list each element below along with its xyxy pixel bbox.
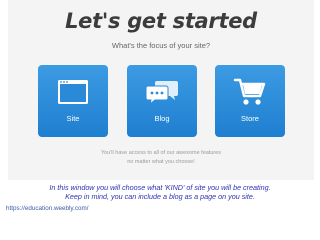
site-option-button[interactable]: Site <box>38 65 108 137</box>
page-subtitle: What's the focus of your site? <box>111 41 211 50</box>
shopping-cart-icon <box>215 71 285 113</box>
features-note-line2: no matter what you choose! <box>127 159 195 165</box>
caption-line1: In this window you will choose what 'KIN… <box>49 183 271 192</box>
caption-line2: Keep in mind, you can include a blog as … <box>65 192 255 201</box>
speech-bubbles-icon <box>127 71 197 113</box>
source-link[interactable]: https://education.weebly.com/ <box>6 205 89 212</box>
browser-window-icon <box>38 71 108 113</box>
store-option-button[interactable]: Store <box>215 65 285 137</box>
page-title: Let's get started <box>65 9 257 33</box>
site-option-label: Site <box>66 114 80 123</box>
weebly-screenshot: Let's get started What's the focus of yo… <box>8 0 314 180</box>
blog-option-button[interactable]: Blog <box>127 65 197 137</box>
store-option-label: Store <box>241 114 259 123</box>
blog-option-label: Blog <box>154 114 170 123</box>
features-note-line1: You'll have access to all of our awesome… <box>100 150 222 156</box>
